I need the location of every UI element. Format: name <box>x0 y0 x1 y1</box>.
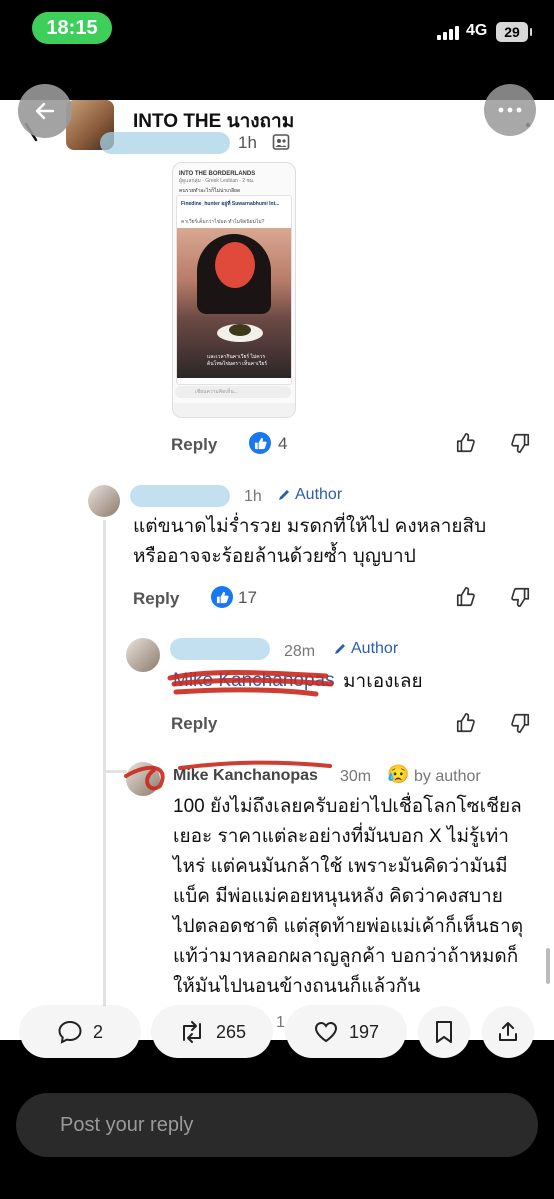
reply-button[interactable]: Reply <box>133 589 179 609</box>
comment-text-line: แต่ขนาดไม่ร่ำรวย มรดกที่ให้ไป คงหลายสิบ <box>133 516 487 537</box>
comment-text-line: ไปตลอดชาติ แต่สุดท้ายพ่อแม่เค้าก็เห็นธาต… <box>173 916 524 937</box>
author-label: Author <box>295 486 343 503</box>
by-author-label: by author <box>414 768 481 785</box>
comment-bubble-icon <box>58 1020 82 1044</box>
thumbs-down-icon[interactable] <box>509 586 531 608</box>
thumbs-up-icon[interactable] <box>455 432 477 454</box>
embedded-comment-card: Finedine_hunter อยู่ที่ Suwarnabhumi Int… <box>176 195 292 385</box>
post-reply-input[interactable]: Post your reply <box>16 1093 538 1157</box>
signal-icon <box>437 26 459 40</box>
reply-button[interactable]: Reply <box>171 435 217 455</box>
partial-count: 1 <box>276 1014 285 1031</box>
emoji: 😥 <box>387 764 410 784</box>
repost-icon <box>182 1021 201 1043</box>
embedded-question: คนรวยทำอะไรก็ไม่น่าเกลียด <box>179 188 241 194</box>
thread-line <box>103 520 106 1010</box>
embedded-screenshot: INTO THE BORDERLANDS ผู้ดูแลกลุ่ม · Gree… <box>172 162 296 418</box>
back-arrow-icon <box>35 102 55 120</box>
embedded-reply-bar: เขียนความคิดเห็น... <box>175 386 291 398</box>
comment-text-line: หรืออาจจะร้อยล้านด้วยซ้ำ บุญบาป <box>133 546 416 567</box>
like-count: 197 <box>348 1021 380 1042</box>
share-button[interactable] <box>482 1006 534 1058</box>
reply-button[interactable]: Reply <box>171 714 217 734</box>
blurred-name <box>170 638 270 660</box>
author-badge: Author <box>277 486 342 504</box>
bookmark-icon <box>436 1021 452 1043</box>
embedded-commenter: Finedine_hunter อยู่ที่ Suwarnabhumi Int… <box>181 201 280 207</box>
back-button[interactable] <box>18 84 72 138</box>
network-type: 4G <box>466 22 488 39</box>
battery-icon: 29 <box>496 22 532 42</box>
blurred-name <box>100 132 230 154</box>
more-options-button[interactable] <box>484 84 536 136</box>
like-reaction-icon <box>211 586 233 608</box>
more-dots-icon <box>498 107 522 113</box>
reply-count-button[interactable]: 2 <box>20 1006 140 1058</box>
author-label: Author <box>351 640 399 657</box>
repost-count: 265 <box>215 1021 247 1042</box>
embedded-comment-text: คาเวียร์เค็มกว่าไข่มด ทำไมจิตนิยมไม่? <box>181 219 265 225</box>
pencil-icon <box>335 644 345 654</box>
bookmark-button[interactable] <box>418 1006 470 1058</box>
blurred-name <box>130 485 230 507</box>
avatar[interactable] <box>126 638 160 672</box>
post-time: 1h <box>238 133 257 152</box>
thumbs-up-icon[interactable] <box>455 712 477 734</box>
comment-text-line: เยอะ ราคาแต่ละอย่างที่มันบอก X ไม่รู้เท่… <box>173 826 509 847</box>
author-badge: Author <box>333 640 398 658</box>
photo-caviar <box>229 324 251 336</box>
embedded-caption: และเวลากินคาเวียร์ ไม่ควร ด้นโทษไข่มดรา … <box>207 354 268 367</box>
comment-time: 28m <box>284 643 316 660</box>
like-count: 4 <box>278 434 288 453</box>
group-header: INTO THE นางถาม 1h <box>0 100 554 168</box>
thumbs-up-icon[interactable] <box>455 586 477 608</box>
image-content: INTO THE นางถาม 1h INTO THE BORDERLANDS … <box>0 100 554 1040</box>
comment-text: มาเองเลย <box>343 671 423 692</box>
comment-text-line: ให้มันไปนอนข้างถนนก็แล้วกัน <box>173 976 421 997</box>
comment-time: 30m <box>340 768 372 785</box>
avatar[interactable] <box>88 485 120 517</box>
redacted-face <box>215 242 255 288</box>
red-scribble <box>124 760 332 791</box>
embedded-photo: และเวลากินคาเวียร์ ไม่ควร ด้นโทษไข่มดรา … <box>177 228 291 378</box>
comment-text-line: แบ็ค มีพ่อแม่คอยหนุนหลัง คิดว่าคงสบาย <box>173 886 503 907</box>
embedded-subtitle: ผู้ดูแลกลุ่ม · Greek Lesbian · 2 ชม. <box>179 178 255 184</box>
group-privacy-icon <box>272 134 290 150</box>
like-button[interactable]: 197 <box>286 1006 406 1058</box>
scrollbar[interactable] <box>546 948 550 984</box>
pencil-icon <box>279 490 289 500</box>
thumbs-down-icon[interactable] <box>509 712 531 734</box>
like-count: 17 <box>238 588 257 607</box>
embedded-nav <box>173 403 295 417</box>
thumbs-down-icon[interactable] <box>509 432 531 454</box>
comment-text-line: แท้ว่ามาหลอกผลาญลูกค้า บอกว่าถ้าหมดก็ <box>173 946 519 967</box>
heart-icon <box>314 1021 337 1043</box>
share-icon <box>499 1022 517 1041</box>
red-scribble <box>167 670 334 697</box>
comment-text-line: ไหร่ แต่คนมันกล้าใช้ เพราะมันคิดว่ามันมี <box>173 856 508 877</box>
comment-time: 1h <box>244 488 262 505</box>
comment-text-line: 100 ยังไม่ถึงเลยครับอย่าไปเชื่อโลกโซเชีย… <box>173 796 522 817</box>
repost-button[interactable]: 265 <box>152 1006 272 1058</box>
reply-count: 2 <box>92 1021 103 1042</box>
status-time: 18:15 <box>32 12 112 44</box>
like-reaction-icon <box>249 432 271 454</box>
